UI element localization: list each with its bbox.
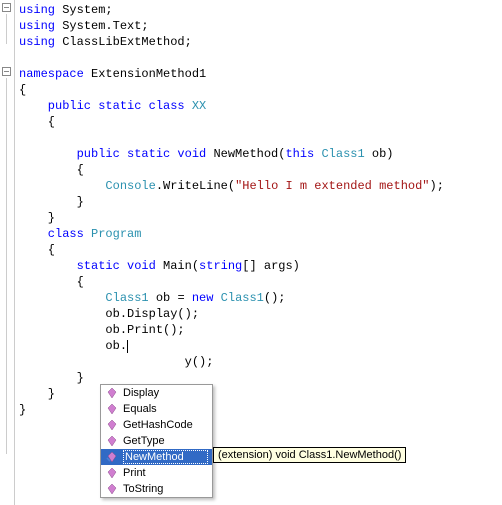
intellisense-label: GetType	[123, 435, 208, 447]
text: ();	[264, 291, 286, 305]
intellisense-item[interactable]: Print	[101, 465, 212, 481]
keyword: new	[192, 291, 221, 305]
intellisense-item-selected[interactable]: NewMethod	[101, 449, 212, 465]
code-line: Console.WriteLine("Hello I m extended me…	[19, 179, 444, 193]
extension-method-icon	[105, 450, 119, 464]
code-line: {	[19, 163, 84, 177]
method-icon	[105, 466, 119, 480]
outline-line	[6, 78, 7, 454]
text: .WriteLine(	[156, 179, 235, 193]
code-editor[interactable]: using System; using System.Text; using C…	[0, 0, 502, 505]
intellisense-item[interactable]: Display	[101, 385, 212, 401]
code-line: ob.Display();	[19, 307, 199, 321]
method-icon	[105, 402, 119, 416]
type-name: XX	[192, 99, 206, 113]
code-line: using System.Text;	[19, 19, 149, 33]
type-name: Program	[91, 227, 141, 241]
text	[19, 179, 105, 193]
keyword: using	[19, 19, 55, 33]
method-icon	[105, 434, 119, 448]
intellisense-item[interactable]: GetType	[101, 433, 212, 449]
intellisense-label: ToString	[123, 483, 208, 495]
text: System.Text;	[55, 19, 149, 33]
method-icon	[105, 386, 119, 400]
keyword: public static class	[19, 99, 192, 113]
intellisense-label: NewMethod	[123, 450, 208, 464]
method-icon	[105, 418, 119, 432]
keyword: static void	[19, 259, 163, 273]
text: ClassLibExtMethod;	[55, 35, 192, 49]
intellisense-label: Display	[123, 387, 208, 399]
intellisense-label: Equals	[123, 403, 208, 415]
keyword: public static void	[19, 147, 213, 161]
code-line: }	[19, 195, 84, 209]
intellisense-label: Print	[123, 467, 208, 479]
text: NewMethod(	[213, 147, 285, 161]
intellisense-label: GetHashCode	[123, 419, 208, 431]
text: ExtensionMethod1	[84, 67, 206, 81]
text: Main(	[163, 259, 199, 273]
fold-toggle-icon[interactable]	[2, 67, 11, 76]
text	[19, 291, 105, 305]
text: ob.	[19, 339, 127, 353]
outline-line	[6, 14, 7, 44]
code-line: namespace ExtensionMethod1	[19, 67, 206, 81]
text: [] args)	[242, 259, 300, 273]
code-line: }	[19, 403, 26, 417]
type-name: Class1	[221, 291, 264, 305]
code-line: }	[19, 211, 55, 225]
code-line: {	[19, 115, 55, 129]
code-line: }	[19, 387, 55, 401]
code-line: using ClassLibExtMethod;	[19, 35, 192, 49]
code-line: Class1 ob = new Class1();	[19, 291, 286, 305]
type-name: Console	[105, 179, 155, 193]
code-line: {	[19, 275, 84, 289]
code-line: public static void NewMethod(this Class1…	[19, 147, 394, 161]
type-name: Class1	[321, 147, 364, 161]
keyword: this	[285, 147, 321, 161]
code-line: static void Main(string[] args)	[19, 259, 300, 273]
code-line: public static class XX	[19, 99, 206, 113]
keyword: class	[19, 227, 91, 241]
intellisense-item[interactable]: GetHashCode	[101, 417, 212, 433]
code-line: using System;	[19, 3, 113, 17]
code-line: {	[19, 243, 55, 257]
code-line: }	[19, 371, 84, 385]
keyword: using	[19, 35, 55, 49]
keyword: string	[199, 259, 242, 273]
text: );	[430, 179, 444, 193]
string-literal: "Hello I m extended method"	[235, 179, 429, 193]
keyword: using	[19, 3, 55, 17]
text: ob =	[149, 291, 192, 305]
intellisense-item[interactable]: Equals	[101, 401, 212, 417]
outline-gutter	[0, 0, 15, 505]
code-line: ob.	[19, 339, 128, 353]
code-area[interactable]: using System; using System.Text; using C…	[15, 0, 502, 505]
code-line: ob.Print();	[19, 323, 185, 337]
text: System;	[55, 3, 113, 17]
method-icon	[105, 482, 119, 496]
code-line: class Program	[19, 227, 141, 241]
type-name: Class1	[105, 291, 148, 305]
intellisense-popup[interactable]: Display Equals GetHashCode GetType NewMe…	[100, 384, 213, 498]
keyword: namespace	[19, 67, 84, 81]
intellisense-tooltip: (extension) void Class1.NewMethod()	[213, 447, 406, 463]
text-caret	[127, 340, 128, 353]
intellisense-item[interactable]: ToString	[101, 481, 212, 497]
fold-toggle-icon[interactable]	[2, 3, 11, 12]
code-line: {	[19, 83, 26, 97]
code-line: y();	[19, 355, 213, 369]
text: ob)	[365, 147, 394, 161]
